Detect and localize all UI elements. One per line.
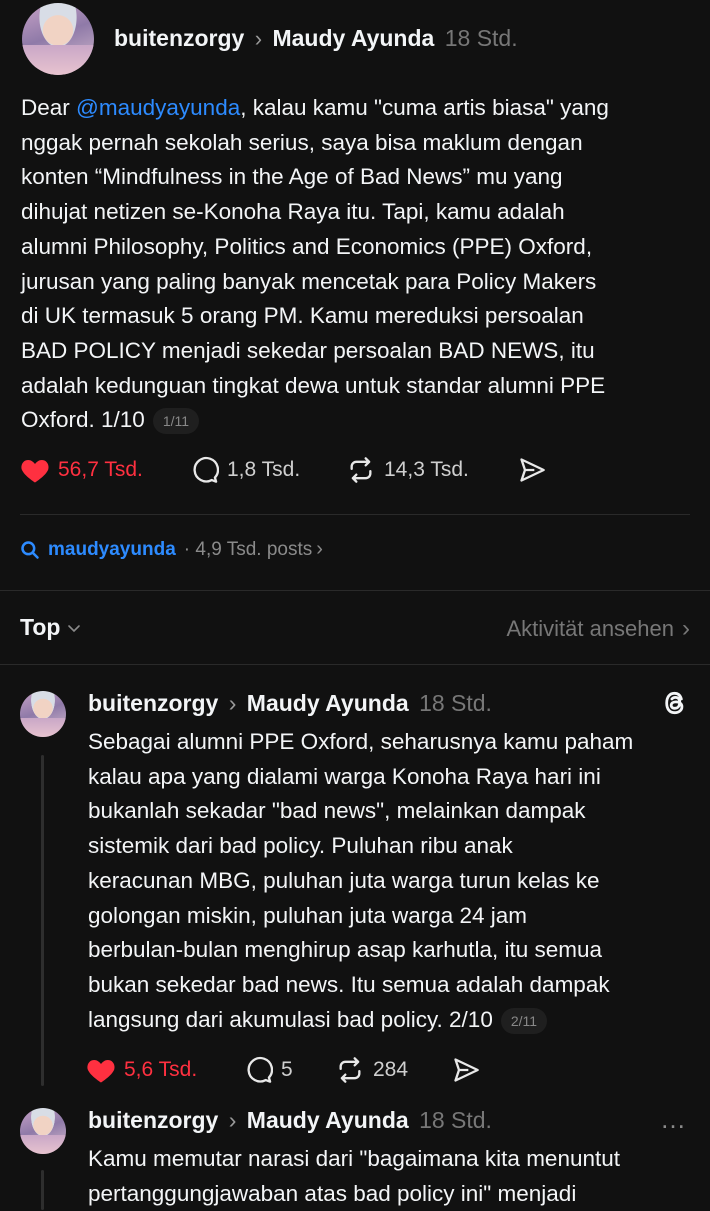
- comment-icon: [193, 456, 219, 483]
- repost-count: 284: [373, 1058, 409, 1081]
- comment-count: 5: [281, 1058, 293, 1081]
- author-name[interactable]: buitenzorgy: [88, 1107, 218, 1133]
- heart-icon: [87, 1060, 115, 1083]
- post-body: Dear @maudyayunda, kalau kamu "cuma arti…: [21, 91, 609, 438]
- repost-button[interactable]: 284: [335, 1056, 408, 1084]
- post-line: di UK termasuk 5 orang PM. Kamu mereduks…: [21, 303, 584, 329]
- divider: [0, 664, 710, 665]
- comment-button[interactable]: 1,8 Tsd.: [191, 456, 300, 484]
- avatar[interactable]: [20, 1108, 66, 1154]
- heart-icon: [21, 460, 49, 483]
- reply-line: Kamu memutar narasi dari "bagaimana kita…: [88, 1146, 621, 1171]
- reply-line: bukan sekedar bad news. Itu semua adalah…: [88, 971, 610, 997]
- share-button[interactable]: [451, 1056, 481, 1084]
- recipient-name[interactable]: Maudy Ayunda: [247, 1107, 409, 1133]
- like-button[interactable]: 5,6 Tsd.: [86, 1056, 197, 1084]
- thread-line: [41, 755, 44, 1086]
- view-activity-link[interactable]: Aktivität ansehen ›: [506, 615, 690, 643]
- reply-line: golongan miskin, puluhan juta warga 24 j…: [88, 902, 528, 928]
- reply-line: kalau apa yang dialami warga Konoha Raya…: [88, 763, 601, 789]
- post-text: , kalau kamu "cuma artis biasa" yang: [240, 95, 609, 120]
- comment-count: 1,8 Tsd.: [227, 458, 301, 481]
- send-icon: [520, 458, 545, 482]
- reply-body: Sebagai alumni PPE Oxford, seharusnya ka…: [88, 725, 633, 1037]
- topic-meta: · 4,9 Tsd. posts: [183, 538, 313, 560]
- post-line: jurusan yang paling banyak mencetak para…: [21, 268, 597, 294]
- reply-line: berbulan-bulan menghirup asap karhutla, …: [88, 937, 603, 963]
- reply-text: langsung dari akumulasi bad policy. 2/10: [88, 1006, 493, 1032]
- recipient-name[interactable]: Maudy Ayunda: [247, 690, 409, 716]
- sort-label: Top: [20, 614, 61, 640]
- topic-link[interactable]: maudyayunda · 4,9 Tsd. posts ›: [20, 538, 323, 561]
- post-line: konten “Mindfulness in the Age of Bad Ne…: [21, 164, 563, 190]
- comment-button[interactable]: 5: [245, 1056, 293, 1084]
- post-text: Oxford. 1/10: [21, 407, 145, 433]
- repost-count: 14,3 Tsd.: [384, 458, 469, 481]
- like-count: 56,7 Tsd.: [58, 458, 143, 481]
- page-badge: 2/11: [500, 1007, 548, 1034]
- search-icon: [21, 540, 39, 559]
- comment-icon: [247, 1056, 273, 1083]
- post-line: BAD POLICY menjadi sekedar persoalan BAD…: [21, 337, 595, 363]
- repost-icon: [350, 457, 372, 483]
- divider: [0, 590, 710, 591]
- post-line: dihujat netizen se-Konoha Raya itu. Tapi…: [21, 199, 565, 225]
- send-icon: [454, 1058, 479, 1082]
- post-time: 18 Std.: [419, 690, 492, 716]
- chevron-right-icon: ›: [682, 615, 690, 642]
- author-name[interactable]: buitenzorgy: [88, 690, 218, 716]
- reply-header: buitenzorgy › Maudy Ayunda 18 Std.: [88, 1107, 492, 1134]
- repost-button[interactable]: 14,3 Tsd.: [346, 456, 469, 484]
- chevron-down-icon: [68, 624, 81, 632]
- post-line: alumni Philosophy, Politics and Economic…: [21, 233, 593, 259]
- post-header: buitenzorgy › Maudy Ayunda 18 Std.: [114, 25, 518, 52]
- post-text: Dear: [21, 95, 77, 120]
- view-activity-label: Aktivität ansehen: [506, 616, 674, 641]
- reply-body: Kamu memutar narasi dari "bagaimana kita…: [88, 1142, 620, 1211]
- reply-line: Sebagai alumni PPE Oxford, seharusnya ka…: [88, 729, 634, 754]
- post-time: 18 Std.: [444, 25, 518, 51]
- reply-header: buitenzorgy › Maudy Ayunda 18 Std.: [88, 690, 492, 717]
- divider: [20, 514, 690, 515]
- post-line: Dear @maudyayunda, kalau kamu "cuma arti…: [21, 91, 609, 126]
- post-line: nggak pernah sekolah serius, saya bisa m…: [21, 129, 583, 155]
- threads-logo-icon[interactable]: [661, 688, 689, 718]
- more-options-icon[interactable]: …: [660, 1104, 687, 1135]
- reply-line: keracunan MBG, puluhan juta warga turun …: [88, 867, 600, 893]
- like-count: 5,6 Tsd.: [124, 1058, 198, 1081]
- post-time: 18 Std.: [419, 1107, 492, 1133]
- chevron-right-icon: ›: [228, 690, 237, 716]
- repost-icon: [339, 1057, 361, 1083]
- thread-line: [41, 1170, 44, 1210]
- mention-link[interactable]: @maudyayunda: [76, 95, 240, 120]
- author-name[interactable]: buitenzorgy: [114, 25, 244, 51]
- reply-line: pertanggungjawaban atas bad policy ini" …: [88, 1180, 577, 1206]
- post-line: adalah kedunguan tingkat dewa untuk stan…: [21, 372, 606, 398]
- chevron-right-icon: ›: [228, 1107, 237, 1133]
- chevron-right-icon: ›: [254, 26, 263, 51]
- chevron-right-icon: ›: [316, 538, 323, 560]
- topic-name[interactable]: maudyayunda: [48, 539, 176, 561]
- sort-dropdown[interactable]: Top: [20, 614, 82, 641]
- page-badge: 1/11: [152, 408, 200, 435]
- avatar[interactable]: [22, 3, 94, 75]
- post-line: Oxford. 1/10 1/11: [21, 403, 609, 438]
- reply-line: sistemik dari bad policy. Puluhan ribu a…: [88, 833, 513, 859]
- reply-line: bukanlah sekadar "bad news", melainkan d…: [88, 798, 586, 824]
- recipient-name[interactable]: Maudy Ayunda: [272, 25, 434, 51]
- like-button[interactable]: 56,7 Tsd.: [20, 456, 143, 484]
- share-button[interactable]: [517, 456, 547, 484]
- avatar[interactable]: [20, 691, 66, 737]
- reply-line: langsung dari akumulasi bad policy. 2/10…: [88, 1003, 633, 1038]
